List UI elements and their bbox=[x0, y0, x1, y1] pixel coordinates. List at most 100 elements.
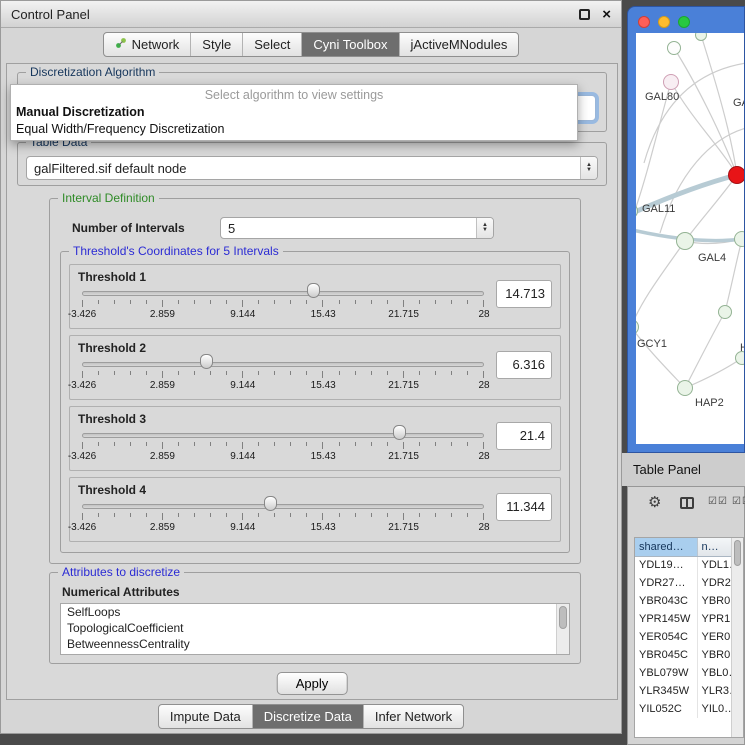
table-row[interactable]: YLR345WYLR3… bbox=[635, 682, 744, 700]
attribute-item[interactable]: TopologicalCoefficient bbox=[61, 620, 569, 636]
slider-thumb[interactable] bbox=[307, 283, 320, 298]
tab-label: Infer Network bbox=[375, 709, 452, 724]
table-row[interactable]: YBL079WYBL0… bbox=[635, 664, 744, 682]
table-column-header[interactable]: shared… bbox=[635, 538, 697, 556]
table-row[interactable]: YIL052CYIL0… bbox=[635, 700, 744, 718]
select-all-icon[interactable]: ☑☑ bbox=[732, 496, 745, 507]
thresholds-group: Threshold's Coordinates for 5 Intervals … bbox=[60, 251, 570, 553]
tab-bar: Network Style Select Cyni Toolbox jActiv… bbox=[103, 32, 520, 57]
stepper-icon[interactable]: ▲▼ bbox=[476, 218, 493, 238]
algorithm-popup: Select algorithm to view settings Manual… bbox=[10, 84, 578, 141]
threshold-value-field[interactable]: 11.344 bbox=[496, 493, 552, 521]
table-row[interactable]: YBR045CYBR0… bbox=[635, 646, 744, 664]
table-header-row: shared…n… bbox=[635, 538, 744, 556]
slider-track[interactable] bbox=[82, 504, 484, 509]
table-row[interactable]: YER054CYER0… bbox=[635, 628, 744, 646]
threshold-slider[interactable]: -3.4262.8599.14415.4321.71528 bbox=[82, 336, 484, 399]
algorithm-option[interactable]: Equal Width/Frequency Discretization bbox=[11, 121, 577, 138]
minimize-traffic-icon[interactable] bbox=[658, 16, 670, 28]
node-table: shared…n… YDL19…YDL1…YDR27…YDR2…YBR043CY… bbox=[634, 537, 744, 738]
attributes-list[interactable]: SelfLoopsTopologicalCoefficientBetweenne… bbox=[60, 603, 570, 655]
number-of-intervals-combobox[interactable]: 5 ▲▼ bbox=[220, 217, 494, 239]
network-node[interactable] bbox=[667, 41, 681, 55]
tab[interactable]: Network bbox=[104, 33, 191, 56]
table-cell[interactable]: YBL079W bbox=[635, 664, 697, 682]
slider-track[interactable] bbox=[82, 291, 484, 296]
table-row[interactable]: YBR043CYBR0… bbox=[635, 592, 744, 610]
tab[interactable]: jActiveMNodules bbox=[399, 33, 519, 56]
close-traffic-icon[interactable] bbox=[638, 16, 650, 28]
slider-track[interactable] bbox=[82, 433, 484, 438]
table-cell[interactable]: YER054C bbox=[635, 628, 697, 646]
tab[interactable]: Impute Data bbox=[159, 705, 252, 728]
apply-button[interactable]: Apply bbox=[277, 672, 348, 695]
network-node[interactable] bbox=[728, 166, 744, 184]
float-window-icon[interactable] bbox=[579, 9, 590, 20]
table-data-combobox[interactable]: galFiltered.sif default node ▲▼ bbox=[26, 156, 598, 180]
table-cell[interactable]: YBR043C bbox=[635, 592, 697, 610]
close-icon[interactable]: × bbox=[602, 7, 611, 22]
slider-thumb[interactable] bbox=[393, 425, 406, 440]
control-panel-window: Control Panel × Network Style Select Cyn… bbox=[0, 0, 622, 734]
table-cell[interactable]: YDL19… bbox=[635, 556, 697, 574]
columns-icon[interactable] bbox=[680, 497, 694, 509]
threshold-value-field[interactable]: 21.4 bbox=[496, 422, 552, 450]
node-label: HAP2 bbox=[695, 397, 724, 409]
tab[interactable]: Cyni Toolbox bbox=[301, 33, 398, 56]
table-row[interactable]: YPR145WYPR1… bbox=[635, 610, 744, 628]
tab[interactable]: Infer Network bbox=[363, 705, 463, 728]
attribute-item[interactable]: SelfLoops bbox=[61, 604, 569, 620]
threshold-slider[interactable]: -3.4262.8599.14415.4321.71528 bbox=[82, 407, 484, 470]
attribute-item[interactable]: BetweennessCentrality bbox=[61, 636, 569, 652]
window-title: Control Panel bbox=[11, 7, 90, 22]
slider-scale: -3.4262.8599.14415.4321.71528 bbox=[82, 522, 484, 534]
slider-scale: -3.4262.8599.14415.4321.71528 bbox=[82, 309, 484, 321]
node-label: H bbox=[740, 342, 744, 354]
threshold-slider[interactable]: -3.4262.8599.14415.4321.71528 bbox=[82, 478, 484, 541]
zoom-traffic-icon[interactable] bbox=[678, 16, 690, 28]
algorithm-option[interactable]: Manual Discretization bbox=[11, 104, 577, 121]
tab[interactable]: Style bbox=[190, 33, 242, 56]
tab-label: jActiveMNodules bbox=[411, 37, 508, 52]
thresholds-stack: Threshold 1 -3.4262.8599.14415.4321.7152… bbox=[69, 264, 561, 542]
slider-scale: -3.4262.8599.14415.4321.71528 bbox=[82, 380, 484, 392]
table-cell[interactable]: YIL052C bbox=[635, 700, 697, 718]
slider-track[interactable] bbox=[82, 362, 484, 367]
threshold-value-field[interactable]: 6.316 bbox=[496, 351, 552, 379]
threshold-box: Threshold 2 -3.4262.8599.14415.4321.7152… bbox=[69, 335, 561, 400]
tab-label: Network bbox=[132, 37, 180, 52]
tab[interactable]: Discretize Data bbox=[252, 705, 363, 728]
network-node[interactable] bbox=[734, 231, 744, 247]
number-of-intervals-value: 5 bbox=[228, 221, 235, 236]
threshold-value-field[interactable]: 14.713 bbox=[496, 280, 552, 308]
network-node[interactable] bbox=[718, 305, 732, 319]
threshold-slider[interactable]: -3.4262.8599.14415.4321.71528 bbox=[82, 265, 484, 328]
titlebar[interactable]: Control Panel × bbox=[1, 1, 621, 28]
number-of-intervals-label: Number of Intervals bbox=[72, 221, 185, 235]
network-node[interactable] bbox=[663, 74, 679, 90]
network-node[interactable] bbox=[677, 380, 693, 396]
table-scrollbar[interactable] bbox=[731, 538, 743, 737]
group-title: Interval Definition bbox=[58, 191, 159, 205]
table-cell[interactable]: YBR045C bbox=[635, 646, 697, 664]
numerical-attributes-label: Numerical Attributes bbox=[62, 585, 180, 599]
table-row[interactable]: YDR27…YDR2… bbox=[635, 574, 744, 592]
table-panel-strip: Table Panel bbox=[622, 453, 745, 486]
select-columns-icon[interactable]: ☑☑ bbox=[708, 496, 728, 507]
threshold-box: Threshold 3 -3.4262.8599.14415.4321.7152… bbox=[69, 406, 561, 471]
table-body: YDL19…YDL1…YDR27…YDR2…YBR043CYBR0…YPR145… bbox=[635, 556, 744, 718]
gear-icon[interactable]: ⚙ bbox=[648, 493, 661, 511]
stepper-icon[interactable]: ▲▼ bbox=[580, 157, 597, 179]
table-panel-window: ⚙ ☑☑ ☑☑ shared…n… YDL19…YDL1…YDR27…YDR2…… bbox=[627, 486, 745, 745]
table-cell[interactable]: YLR345W bbox=[635, 682, 697, 700]
table-row[interactable]: YDL19…YDL1… bbox=[635, 556, 744, 574]
slider-ticks bbox=[82, 300, 484, 307]
slider-thumb[interactable] bbox=[200, 354, 213, 369]
table-cell[interactable]: YDR27… bbox=[635, 574, 697, 592]
attributes-scrollbar[interactable] bbox=[556, 604, 569, 654]
network-canvas[interactable]: GAL80GAGAL11GAL4GCY1HHAP2 bbox=[636, 33, 744, 444]
table-cell[interactable]: YPR145W bbox=[635, 610, 697, 628]
network-node[interactable] bbox=[676, 232, 694, 250]
slider-thumb[interactable] bbox=[264, 496, 277, 511]
tab[interactable]: Select bbox=[242, 33, 301, 56]
